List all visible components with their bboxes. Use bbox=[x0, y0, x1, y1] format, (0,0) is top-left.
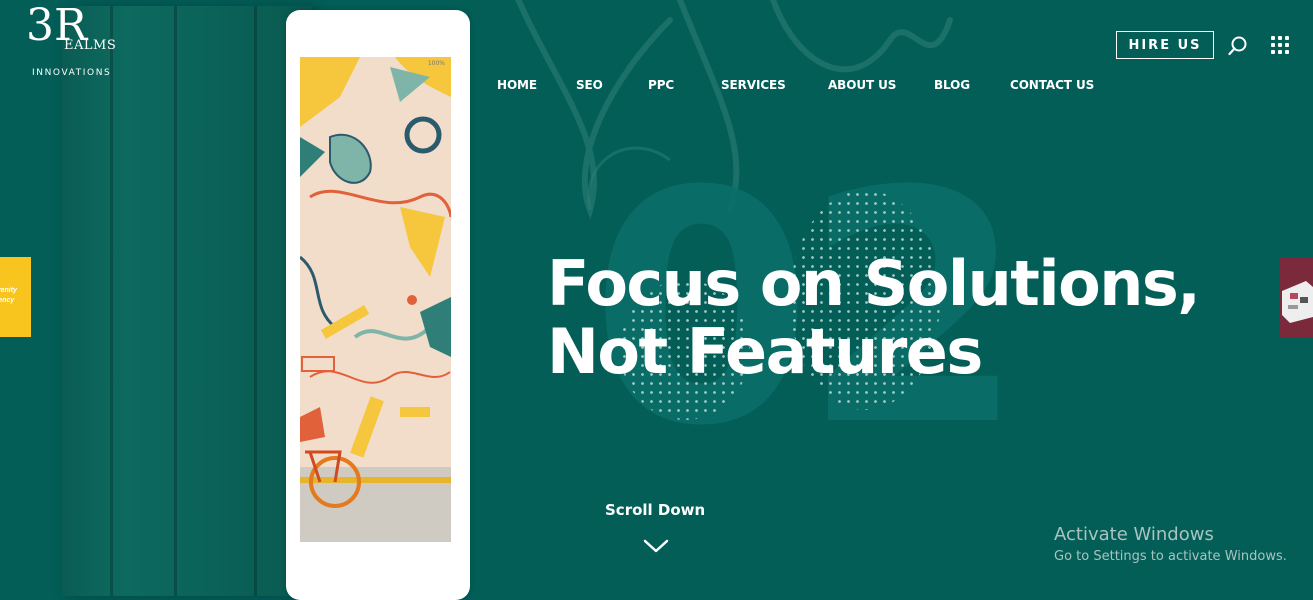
prev-thumb-text-line2: gency bbox=[0, 297, 15, 304]
prev-thumb-text-line1: erenity bbox=[0, 287, 17, 294]
next-slide-thumbnail[interactable] bbox=[1280, 257, 1313, 337]
next-thumb-image bbox=[1280, 257, 1313, 337]
nav-services[interactable]: SERVICES bbox=[721, 78, 786, 92]
nav-contact-us[interactable]: CONTACT US bbox=[1010, 78, 1094, 92]
hire-us-button[interactable]: HIRE US bbox=[1116, 31, 1214, 59]
device-battery-status: 100% bbox=[427, 60, 445, 67]
hero-headline-line1: Focus on Solutions, bbox=[547, 247, 1201, 320]
hero-headline-line2: Not Features bbox=[547, 315, 983, 388]
hero-headline: Focus on Solutions, Not Features bbox=[547, 247, 1201, 388]
previous-slide-thumbnail[interactable]: erenity gency bbox=[0, 257, 31, 337]
nav-about-us[interactable]: ABOUT US bbox=[828, 78, 896, 92]
chevron-down-icon[interactable] bbox=[643, 538, 669, 554]
nav-blog[interactable]: BLOG bbox=[934, 78, 970, 92]
watermark-title: Activate Windows bbox=[1054, 524, 1214, 545]
windows-activation-watermark: Activate Windows Go to Settings to activ… bbox=[1054, 524, 1287, 564]
scroll-down-label[interactable]: Scroll Down bbox=[605, 501, 705, 519]
tablet-case bbox=[62, 6, 312, 596]
nav-home[interactable]: HOME bbox=[497, 78, 537, 92]
nav-ppc[interactable]: PPC bbox=[648, 78, 674, 92]
grid-menu-icon[interactable] bbox=[1271, 36, 1289, 54]
search-icon[interactable] bbox=[1228, 36, 1248, 56]
brand-logo[interactable]: 3R EALMS INNOVATIONS bbox=[26, 4, 136, 79]
brand-name-line2: INNOVATIONS bbox=[32, 68, 112, 78]
watermark-subtitle: Go to Settings to activate Windows. bbox=[1054, 549, 1287, 564]
tablet-screen-artwork: 100% bbox=[300, 57, 451, 542]
nav-seo[interactable]: SEO bbox=[576, 78, 603, 92]
mural-illustration bbox=[300, 57, 451, 542]
brand-name-line1: EALMS bbox=[64, 38, 117, 53]
